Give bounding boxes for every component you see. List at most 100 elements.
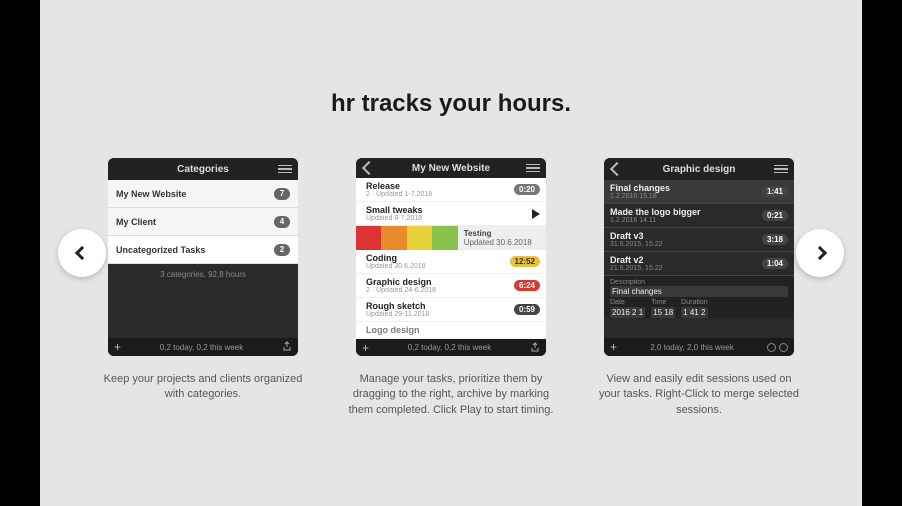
task-name: Small tweaks [366,205,423,215]
categories-summary: 3 categories, 92,8 hours [108,264,298,285]
back-button[interactable] [610,164,624,174]
session-sub: 21.6.2015, 15:22 [610,265,663,272]
col-tasks: My New Website Release2 · Updated 1-7.20… [348,158,554,418]
caption: Keep your projects and clients organized… [100,372,306,403]
priority-orange [381,226,406,250]
panel-header: Graphic design [604,158,794,180]
task-sub: 2 · Updated 24-6.2018 [366,287,436,294]
share-icon[interactable] [530,342,540,354]
share-icon[interactable] [282,341,292,353]
count-badge: 7 [274,188,290,200]
footer-stat: 0,2 today, 0,2 this week [408,343,491,352]
category-row[interactable]: Uncategorized Tasks 2 [108,236,298,264]
add-icon[interactable]: + [114,340,121,354]
chevron-left-icon [75,246,89,260]
category-label: My New Website [116,189,186,199]
time-pill: 3:18 [762,234,788,245]
desc-input[interactable]: Final changes [610,286,788,297]
footer-actions[interactable] [767,343,788,352]
menu-icon[interactable] [774,165,788,174]
session-row[interactable]: Made the logo bigger1.2.2016 14.11 0:21 [604,204,794,228]
phone-tasks: My New Website Release2 · Updated 1-7.20… [356,158,546,356]
task-row[interactable]: Logo design [356,322,546,339]
session-sub: 1.2.2016 14.11 [610,217,701,224]
task-sub: Updated 30.6.2018 [366,263,426,270]
session-edit-form: Description Final changes Date2016 2 1 T… [604,276,794,318]
task-name: Graphic design [366,277,436,287]
session-name: Draft v3 [610,231,663,241]
menu-icon[interactable] [526,164,540,173]
time-pill: 0:59 [514,304,540,315]
session-row[interactable]: Final changes1.2.2016 15.18 1:41 [604,180,794,204]
task-sub: Updated 8-7.2018 [366,215,423,222]
tasks-list: Release2 · Updated 1-7.2018 0:20 Small t… [356,178,546,339]
task-sub: 2 · Updated 1-7.2018 [366,191,432,198]
chevron-left-icon [610,162,624,176]
task-row[interactable]: CodingUpdated 30.6.2018 12:52 [356,250,546,274]
priority-green [432,226,457,250]
session-sub: 1.2.2016 15.18 [610,193,670,200]
carousel-next-button[interactable] [796,229,844,277]
task-sub: Updated 29-11.2018 [366,311,429,318]
sessions-list: Final changes1.2.2016 15.18 1:41 Made th… [604,180,794,338]
phone-sessions: Graphic design Final changes1.2.2016 15.… [604,158,794,356]
session-row[interactable]: Draft v221.6.2015, 15:22 1:04 [604,252,794,276]
priority-red [356,226,381,250]
time-pill: 6:24 [514,280,540,291]
task-sub: Updated 30.6.2018 [464,238,540,247]
task-row[interactable]: Small tweaksUpdated 8-7.2018 [356,202,546,226]
count-badge: 4 [274,216,290,228]
time-input[interactable]: 15 18 [651,307,675,318]
chevron-left-icon [362,161,376,175]
add-icon[interactable]: + [610,340,617,354]
task-name: Rough sketch [366,301,429,311]
session-row[interactable]: Draft v331.6.2015, 15:22 3:18 [604,228,794,252]
panel-footer: + 0,2 today, 0,2 this week [108,338,298,356]
duration-input[interactable]: 1 41 2 [681,307,707,318]
stage: hr tracks your hours. Categories My New … [40,0,862,506]
desc-label: Description [610,279,788,286]
drag-label: Testing Updated 30.6.2018 [458,226,546,250]
phone-categories: Categories My New Website 7 My Client 4 … [108,158,298,356]
panel-title: Graphic design [624,164,774,175]
category-label: Uncategorized Tasks [116,245,205,255]
caption: Manage your tasks, prioritize them by dr… [348,372,554,418]
panel-header: My New Website [356,158,546,178]
play-icon[interactable] [532,209,540,219]
panel-header: Categories [108,158,298,180]
panel-footer: + 0,2 today, 0,2 this week [356,339,546,356]
reload-icon[interactable] [767,343,776,352]
menu-icon[interactable] [278,165,292,174]
task-name: Coding [366,253,426,263]
task-row[interactable]: Release2 · Updated 1-7.2018 0:20 [356,178,546,202]
col-categories: Categories My New Website 7 My Client 4 … [100,158,306,418]
time-pill: 1:41 [762,186,788,197]
task-row[interactable]: Rough sketchUpdated 29-11.2018 0:59 [356,298,546,322]
headline: hr tracks your hours. [40,0,862,158]
session-name: Final changes [610,183,670,193]
task-row-dragging[interactable]: Testing Updated 30.6.2018 [356,226,546,250]
category-row[interactable]: My Client 4 [108,208,298,236]
session-sub: 31.6.2015, 15:22 [610,241,663,248]
time-pill: 12:52 [510,256,540,267]
session-name: Made the logo bigger [610,207,701,217]
col-sessions: Graphic design Final changes1.2.2016 15.… [596,158,802,418]
gear-icon[interactable] [779,343,788,352]
back-button[interactable] [362,163,376,173]
panel-footer: + 2,0 today, 2,0 this week [604,338,794,356]
time-pill: 1:04 [762,258,788,269]
cards-row: Categories My New Website 7 My Client 4 … [40,158,862,418]
task-name: Logo design [366,325,420,335]
carousel-prev-button[interactable] [58,229,106,277]
chevron-right-icon [813,246,827,260]
add-icon[interactable]: + [362,341,369,355]
date-input[interactable]: 2016 2 1 [610,307,645,318]
category-row[interactable]: My New Website 7 [108,180,298,208]
task-row[interactable]: Graphic design2 · Updated 24-6.2018 6:24 [356,274,546,298]
priority-yellow [407,226,432,250]
footer-stat: 0,2 today, 0,2 this week [160,343,243,352]
session-name: Draft v2 [610,255,663,265]
date-label: Date [610,299,645,306]
time-label: Time [651,299,675,306]
time-pill: 0:21 [762,210,788,221]
